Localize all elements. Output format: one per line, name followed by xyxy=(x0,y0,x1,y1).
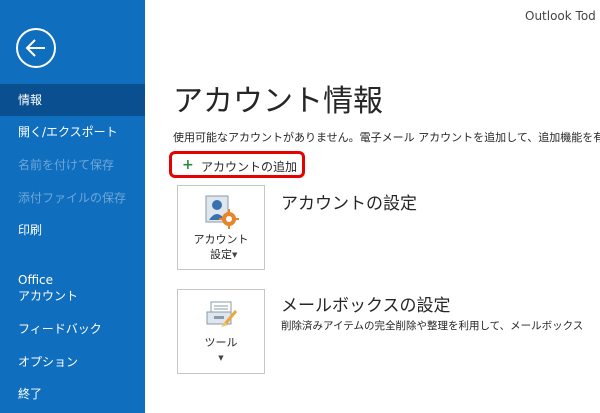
sidebar-item-label: 終了 xyxy=(18,387,43,401)
page-subtitle: 使用可能なアカウントがありません。電子メール アカウントを追加して、追加機能を有 xyxy=(173,131,600,144)
sidebar-item-label-line1: Office xyxy=(18,273,54,287)
sidebar-item-label: フィードバック xyxy=(18,322,102,336)
account-settings-label-line1: アカウント xyxy=(193,233,249,246)
sidebar-item-options[interactable]: オプション xyxy=(0,354,145,370)
backstage-sidebar: 情報 開く/エクスポート 名前を付けて保存 添付ファイルの保存 印刷 Offic… xyxy=(0,0,145,413)
sidebar-item-label: 名前を付けて保存 xyxy=(18,158,115,172)
sidebar-item-office-account[interactable]: Office アカウント xyxy=(0,272,145,304)
sidebar-item-label: オプション xyxy=(18,355,79,369)
sidebar-item-label-line2: アカウント xyxy=(18,289,79,303)
mailbox-settings-title: メールボックスの設定 xyxy=(281,296,451,316)
account-settings-tile[interactable]: アカウント 設定 ▼ xyxy=(177,185,265,270)
mailbox-settings-description: 削除済みアイテムの完全削除や整理を利用して、メールボックス xyxy=(281,320,584,332)
sidebar-item-save-as[interactable]: 名前を付けて保存 xyxy=(0,157,145,173)
account-settings-icon xyxy=(204,194,240,234)
sidebar-item-label: 印刷 xyxy=(18,223,43,237)
sidebar-item-label: 添付ファイルの保存 xyxy=(18,191,127,205)
main-content: Outlook Tod アカウント情報 使用可能なアカウントがありません。電子メ… xyxy=(145,0,600,413)
mailbox-tools-tile[interactable]: ツール ▼ xyxy=(177,289,265,374)
mailbox-tools-icon xyxy=(205,300,239,334)
sidebar-item-info[interactable]: 情報 xyxy=(0,84,145,116)
account-settings-label-line2: 設定 xyxy=(210,248,232,261)
add-account-button[interactable]: + アカウントの追加 xyxy=(169,151,305,178)
chevron-down-icon: ▼ xyxy=(232,251,238,259)
sidebar-item-label: 情報 xyxy=(18,93,43,107)
mailbox-tools-label: ツール xyxy=(204,336,238,349)
plus-icon: + xyxy=(182,157,194,173)
back-arrow-circle-icon[interactable] xyxy=(16,28,56,68)
add-account-label: アカウントの追加 xyxy=(201,160,298,174)
chevron-down-icon: ▼ xyxy=(218,354,224,362)
page-title: アカウント情報 xyxy=(173,84,383,119)
sidebar-item-exit[interactable]: 終了 xyxy=(0,386,145,402)
account-settings-title: アカウントの設定 xyxy=(281,194,417,214)
sidebar-item-label: 開く/エクスポート xyxy=(18,125,118,139)
app-title: Outlook Tod xyxy=(525,9,596,23)
sidebar-item-open-export[interactable]: 開く/エクスポート xyxy=(0,124,145,140)
sidebar-item-print[interactable]: 印刷 xyxy=(0,222,145,238)
sidebar-item-feedback[interactable]: フィードバック xyxy=(0,321,145,337)
sidebar-item-save-attachments[interactable]: 添付ファイルの保存 xyxy=(0,190,145,206)
